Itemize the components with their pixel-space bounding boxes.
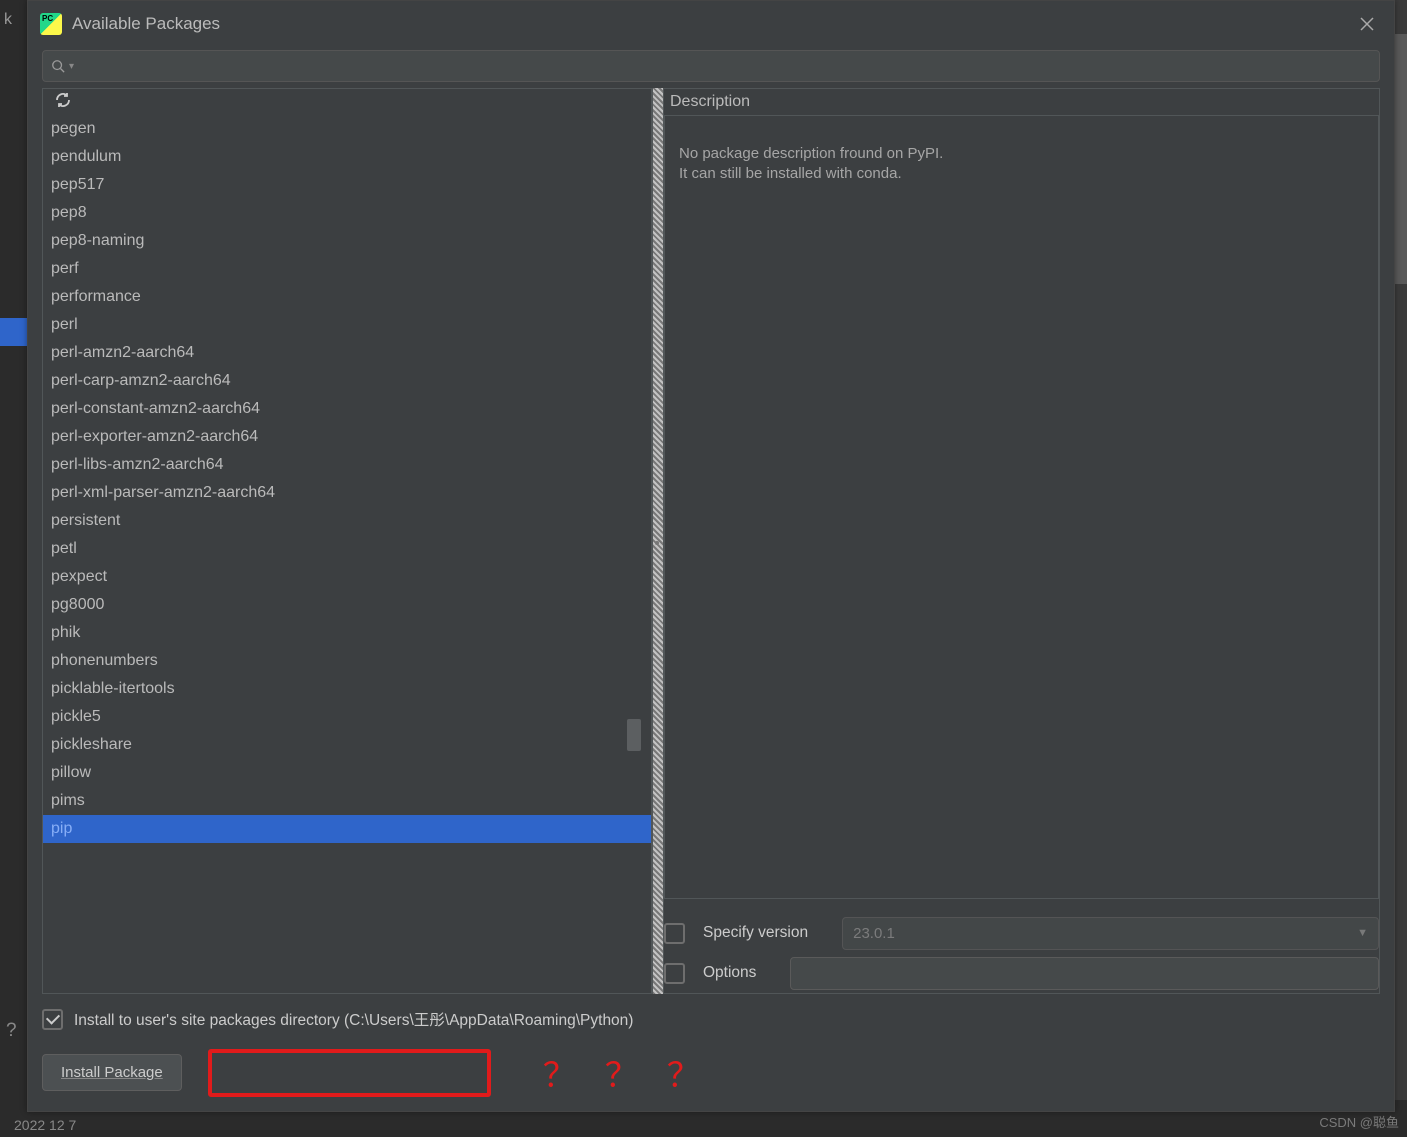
search-dropdown-caret-icon[interactable]: ▾: [69, 61, 74, 72]
package-item[interactable]: phonenumbers: [43, 647, 651, 675]
package-item[interactable]: pickleshare: [43, 731, 651, 759]
package-item[interactable]: pickle5: [43, 703, 651, 731]
chevron-down-icon: ▼: [1357, 927, 1368, 939]
package-item[interactable]: pillow: [43, 759, 651, 787]
package-list-panel: pegenpendulumpep517pep8pep8-namingperfpe…: [42, 88, 652, 994]
background-help-icon: ?: [6, 1020, 17, 1042]
background-scrollbar-thumb[interactable]: [1393, 34, 1407, 284]
package-item[interactable]: pims: [43, 787, 651, 815]
search-icon: [51, 59, 65, 73]
specify-version-row: Specify version 23.0.1 ▼: [664, 913, 1379, 953]
dialog-body: pegenpendulumpep517pep8pep8-namingperfpe…: [42, 88, 1380, 994]
package-item[interactable]: perl-libs-amzn2-aarch64: [43, 451, 651, 479]
install-site-row: Install to user's site packages director…: [42, 1008, 1380, 1030]
package-list-scrollbar-thumb[interactable]: [627, 719, 641, 751]
package-item[interactable]: perl-exporter-amzn2-aarch64: [43, 423, 651, 451]
background-date: 2022 12 7: [14, 1117, 76, 1133]
options-input[interactable]: [790, 957, 1379, 990]
bottom-bar: Install Package ？？？: [42, 1048, 1380, 1097]
install-package-button[interactable]: Install Package: [42, 1054, 182, 1091]
description-line: No package description fround on PyPI.: [679, 144, 1364, 164]
package-item[interactable]: pexpect: [43, 563, 651, 591]
options-area: Specify version 23.0.1 ▼ Options: [664, 913, 1379, 993]
package-item[interactable]: phik: [43, 619, 651, 647]
description-header: Description: [664, 89, 1379, 115]
description-line: It can still be installed with conda.: [679, 164, 1364, 184]
refresh-row: [43, 89, 651, 115]
background-selection-strip: [0, 318, 27, 346]
options-label: Options: [703, 964, 756, 982]
package-item[interactable]: performance: [43, 283, 651, 311]
close-icon: [1359, 16, 1375, 32]
package-item[interactable]: perl-carp-amzn2-aarch64: [43, 367, 651, 395]
specify-version-label: Specify version: [703, 924, 808, 942]
package-item[interactable]: pegen: [43, 115, 651, 143]
package-item[interactable]: pg8000: [43, 591, 651, 619]
install-site-checkbox[interactable]: [42, 1009, 63, 1030]
description-body: No package description fround on PyPI. I…: [664, 115, 1379, 899]
package-item[interactable]: pep8-naming: [43, 227, 651, 255]
package-item[interactable]: petl: [43, 535, 651, 563]
refresh-icon[interactable]: [55, 92, 71, 112]
options-checkbox[interactable]: [664, 963, 685, 984]
package-list[interactable]: pegenpendulumpep517pep8pep8-namingperfpe…: [43, 115, 651, 993]
options-row: Options: [664, 953, 1379, 993]
package-item[interactable]: perf: [43, 255, 651, 283]
titlebar: Available Packages: [28, 1, 1394, 46]
package-item[interactable]: pep517: [43, 171, 651, 199]
close-button[interactable]: [1352, 9, 1382, 39]
package-item[interactable]: perl-xml-parser-amzn2-aarch64: [43, 479, 651, 507]
available-packages-dialog: Available Packages ▾ pegenpendulumpep517…: [27, 0, 1395, 1112]
watermark: CSDN @聪鱼: [1319, 1112, 1399, 1131]
annotation-red-box: [208, 1049, 491, 1097]
package-item[interactable]: pendulum: [43, 143, 651, 171]
package-item[interactable]: perl: [43, 311, 651, 339]
search-input[interactable]: [78, 57, 1371, 75]
package-item[interactable]: pip: [43, 815, 651, 843]
search-field[interactable]: ▾: [42, 50, 1380, 82]
package-item[interactable]: perl-constant-amzn2-aarch64: [43, 395, 651, 423]
specify-version-checkbox[interactable]: [664, 923, 685, 944]
install-site-label: Install to user's site packages director…: [74, 1008, 633, 1030]
install-package-label: Install Package: [61, 1064, 163, 1081]
package-item[interactable]: pep8: [43, 199, 651, 227]
package-item[interactable]: perl-amzn2-aarch64: [43, 339, 651, 367]
annotation-question-marks: ？？？: [543, 1048, 729, 1097]
dialog-title: Available Packages: [72, 14, 220, 34]
description-panel: Description No package description froun…: [664, 88, 1380, 994]
version-value: 23.0.1: [853, 925, 895, 942]
package-item[interactable]: picklable-itertools: [43, 675, 651, 703]
version-combo[interactable]: 23.0.1 ▼: [842, 917, 1379, 950]
pycharm-icon: [40, 13, 62, 35]
package-item[interactable]: persistent: [43, 507, 651, 535]
split-divider[interactable]: [652, 88, 664, 994]
